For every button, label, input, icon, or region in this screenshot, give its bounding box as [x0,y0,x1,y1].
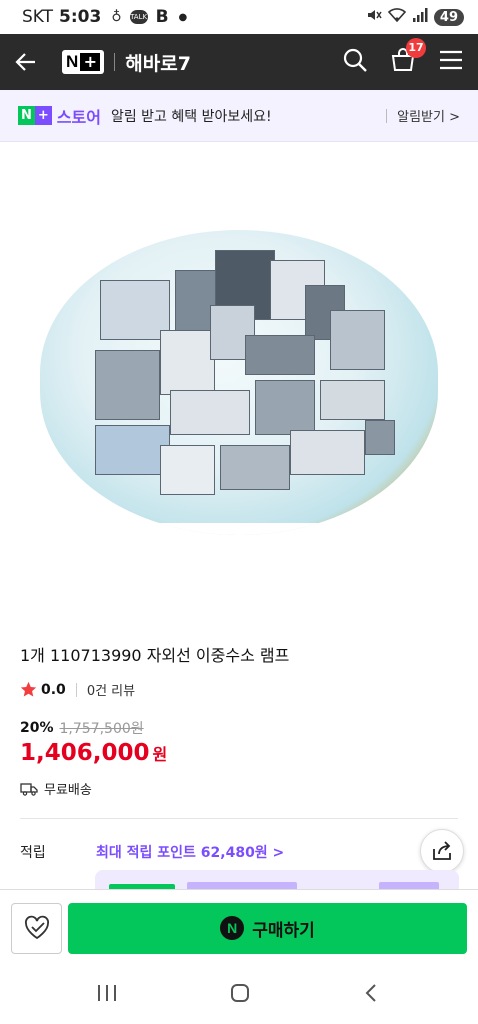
search-button[interactable] [342,47,368,77]
rating-score: 0.0 [41,681,66,698]
product-title: 1개 110713990 자외선 이중수소 램프 [20,646,290,665]
battery-level: 49 [433,8,464,26]
share-icon [433,841,451,860]
clock: 5:03 [59,7,102,27]
heart-check-icon [24,915,49,940]
mute-icon [366,7,382,27]
banner-divider [386,108,388,123]
purchase-bar: N 구매하기 [0,889,478,966]
delivery-truck-icon [20,782,38,796]
rating-divider [75,682,77,697]
app-header: N + 해바로7 17 [0,34,478,90]
naver-plus-store-logo: N + 스토어 [18,104,101,128]
back-arrow-icon [15,53,35,71]
shipping-info: 무료배송 [20,779,92,798]
talk-icon: TALK [129,10,148,24]
buy-now-label: 구매하기 [252,920,315,941]
subscribe-alerts-link[interactable]: 알림받기 > [397,106,460,125]
max-points-link[interactable]: 최대 적립 포인트 62,480원 > [96,842,284,862]
sale-price-unit: 원 [152,745,168,764]
b-notification-icon: B [155,7,169,27]
system-back-button[interactable] [362,982,382,1008]
recent-apps-icon [97,985,116,1001]
sale-price-amount: 1,406,000 [20,740,150,766]
section-divider [20,818,458,819]
wifi-icon [387,8,407,26]
product-photo [40,230,438,535]
home-icon [230,984,249,1002]
menu-button[interactable] [438,49,464,75]
store-name[interactable]: 해바로7 [125,49,191,76]
back-button[interactable] [14,47,44,77]
search-icon [343,48,367,72]
discount-rate: 20% [20,720,54,736]
home-button[interactable] [229,982,251,1008]
wishlist-button[interactable] [11,902,62,954]
discount-row: 20% 1,757,500원 [20,718,144,738]
rating-row[interactable]: 0.0 0건 리뷰 [20,680,135,699]
signal-icon [412,8,428,26]
recent-apps-button[interactable] [96,983,118,1007]
hamburger-menu-icon [440,50,462,70]
cart-button[interactable]: 17 [390,38,426,77]
review-count[interactable]: 0건 리뷰 [87,680,135,699]
system-navigation-bar [0,966,478,1024]
naver-plus-logo[interactable]: N + [62,50,105,74]
more-notifications-icon: ● [178,11,188,23]
store-brand-label: 스토어 [56,107,101,127]
shipping-label: 무료배송 [44,783,92,798]
carrier-label: SKT [22,7,54,27]
header-divider [114,53,116,71]
product-image[interactable] [0,142,478,620]
notification-icon: ♁ [111,9,122,25]
points-row: 적립 최대 적립 포인트 62,480원 > [20,842,284,862]
original-price: 1,757,500원 [59,721,144,737]
status-bar: SKT 5:03 ♁ TALK B ● 49 [0,0,478,34]
notification-message: 알림 받고 혜택 받아보세요! [110,108,272,125]
system-back-icon [365,984,377,1002]
share-button[interactable] [420,829,464,873]
buy-now-button[interactable]: N 구매하기 [68,902,467,954]
notification-banner: N + 스토어 알림 받고 혜택 받아보세요! 알림받기 > [0,90,478,142]
naver-pay-icon: N [220,916,245,940]
sale-price: 1,406,000 원 [20,740,167,766]
cart-count-badge: 17 [406,38,426,58]
star-icon [20,681,37,697]
points-label: 적립 [20,845,46,861]
